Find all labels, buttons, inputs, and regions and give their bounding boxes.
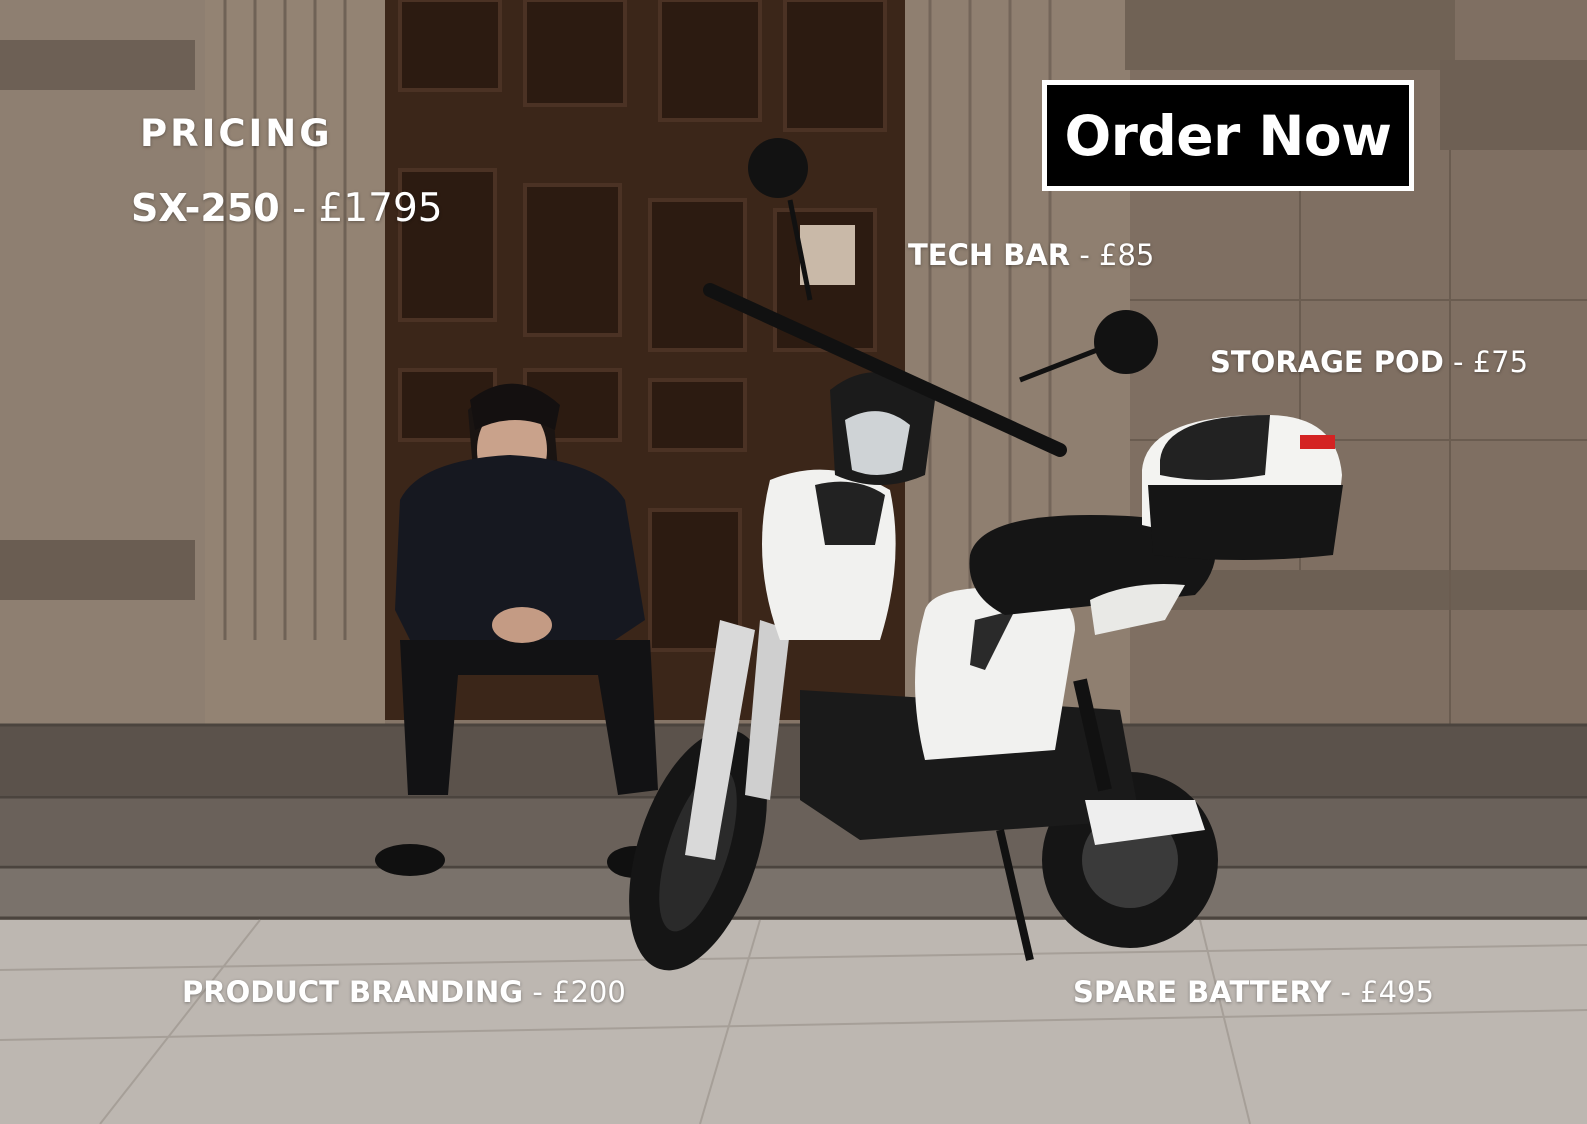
addon-price: - £200: [523, 975, 626, 1009]
addon-price: - £85: [1070, 238, 1155, 272]
addon-name: SPARE BATTERY: [1073, 975, 1332, 1009]
addon-price: - £495: [1331, 975, 1434, 1009]
addon-name: PRODUCT BRANDING: [182, 975, 524, 1009]
addon-name: STORAGE POD: [1210, 345, 1444, 379]
model-price-value: - £1795: [279, 186, 443, 231]
order-now-button[interactable]: Order Now: [1042, 80, 1414, 191]
pricing-heading: PRICING: [140, 112, 333, 155]
addon-price: - £75: [1443, 345, 1529, 379]
addon-tech-bar: TECH BAR - £85: [908, 238, 1154, 272]
addon-name: TECH BAR: [908, 238, 1071, 272]
addon-product-branding: PRODUCT BRANDING - £200: [182, 975, 626, 1009]
addon-storage-pod: STORAGE POD - £75: [1210, 345, 1528, 379]
model-name: SX-250: [131, 186, 280, 230]
model-price: SX-250 - £1795: [131, 186, 443, 231]
addon-spare-battery: SPARE BATTERY - £495: [1073, 975, 1434, 1009]
